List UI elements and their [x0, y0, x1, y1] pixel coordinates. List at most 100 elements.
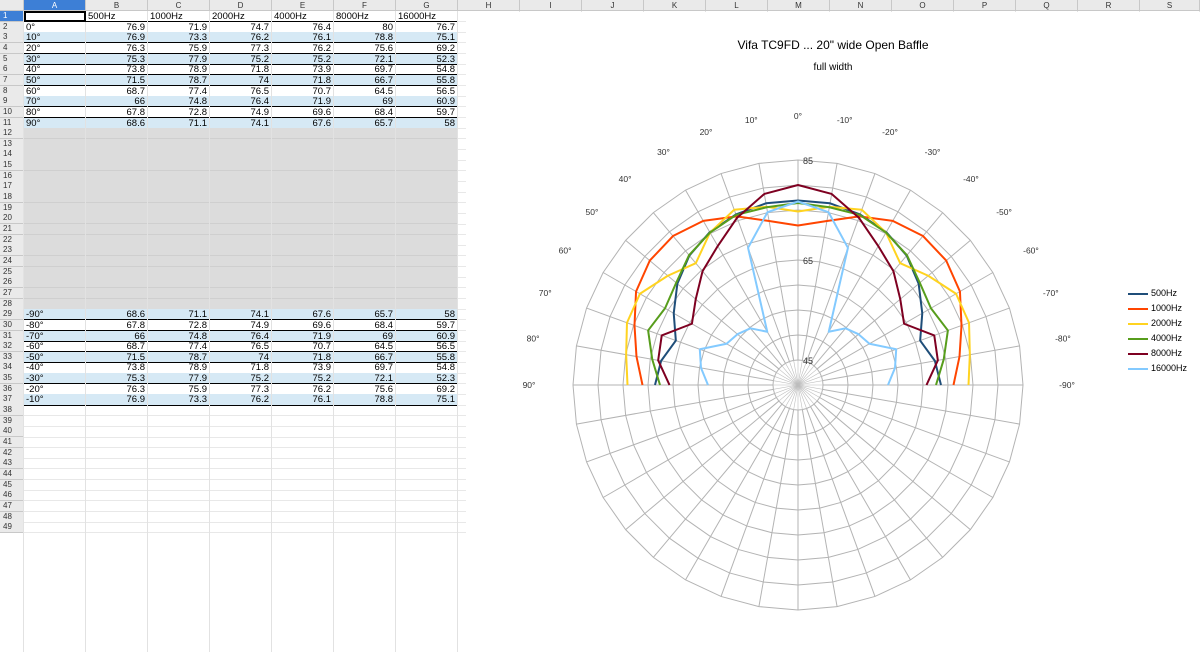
data-cell[interactable]: 76.5: [210, 85, 272, 97]
row-header-34[interactable]: 34: [0, 362, 24, 374]
row-header-28[interactable]: 28: [0, 298, 24, 310]
data-cell[interactable]: 71.5: [86, 74, 148, 87]
data-cell[interactable]: 75.2: [272, 53, 334, 65]
data-cell[interactable]: 52.3: [396, 53, 458, 65]
data-cell[interactable]: 70.7: [272, 85, 334, 97]
row-header-12[interactable]: 12: [0, 128, 24, 140]
row-header-10[interactable]: 10: [0, 106, 24, 118]
data-cell[interactable]: 75.3: [86, 373, 148, 385]
row-header-27[interactable]: 27: [0, 287, 24, 300]
data-cell[interactable]: 75.2: [210, 373, 272, 385]
data-cell[interactable]: 66: [86, 96, 148, 108]
data-cell[interactable]: 72.8: [148, 319, 210, 331]
data-cell[interactable]: 74: [210, 351, 272, 363]
row-header-4[interactable]: 4: [0, 42, 24, 55]
data-cell[interactable]: 73.3: [148, 394, 210, 406]
header-cell-5[interactable]: 8000Hz: [334, 11, 396, 23]
data-cell[interactable]: 80: [334, 21, 396, 33]
data-cell[interactable]: 75.9: [148, 383, 210, 395]
data-cell[interactable]: 76.9: [86, 32, 148, 44]
data-cell[interactable]: 71.5: [86, 351, 148, 363]
row-header-25[interactable]: 25: [0, 266, 24, 278]
data-cell[interactable]: 76.5: [210, 341, 272, 353]
data-cell[interactable]: 76.9: [86, 394, 148, 406]
data-cell[interactable]: 78.9: [148, 64, 210, 76]
row-header-22[interactable]: 22: [0, 234, 24, 246]
data-cell[interactable]: 76.2: [272, 383, 334, 395]
data-cell[interactable]: 77.3: [210, 42, 272, 55]
row-header-47[interactable]: 47: [0, 500, 24, 513]
data-cell[interactable]: 71.8: [272, 74, 334, 87]
row-header-13[interactable]: 13: [0, 138, 24, 150]
angle-label-cell[interactable]: 20°: [24, 42, 86, 55]
header-cell-3[interactable]: 2000Hz: [210, 11, 272, 23]
column-header-k[interactable]: K: [644, 0, 706, 11]
row-header-18[interactable]: 18: [0, 192, 24, 204]
data-cell[interactable]: 76.4: [272, 21, 334, 33]
data-cell[interactable]: 71.1: [148, 117, 210, 129]
data-cell[interactable]: 74.9: [210, 319, 272, 331]
row-header-41[interactable]: 41: [0, 437, 24, 449]
data-cell[interactable]: 67.6: [272, 309, 334, 321]
data-cell[interactable]: 77.3: [210, 383, 272, 395]
row-header-36[interactable]: 36: [0, 383, 24, 395]
data-cell[interactable]: 78.9: [148, 362, 210, 374]
data-cell[interactable]: 68.7: [86, 85, 148, 97]
data-cell[interactable]: 52.3: [396, 373, 458, 385]
row-header-46[interactable]: 46: [0, 490, 24, 502]
angle-label-cell[interactable]: 0°: [24, 21, 86, 33]
data-cell[interactable]: 72.8: [148, 106, 210, 118]
data-cell[interactable]: 69: [334, 330, 396, 342]
row-header-21[interactable]: 21: [0, 224, 24, 236]
cell-a1[interactable]: [24, 11, 86, 23]
empty-gray-range[interactable]: [24, 181, 458, 193]
data-cell[interactable]: 69.7: [334, 64, 396, 76]
column-header-h[interactable]: H: [458, 0, 520, 11]
row-header-39[interactable]: 39: [0, 415, 24, 427]
data-cell[interactable]: 77.9: [148, 53, 210, 65]
data-cell[interactable]: 65.7: [334, 117, 396, 129]
empty-gray-range[interactable]: [24, 298, 458, 310]
column-header-e[interactable]: E: [272, 0, 334, 11]
empty-gray-range[interactable]: [24, 245, 458, 257]
empty-gray-range[interactable]: [24, 224, 458, 236]
data-cell[interactable]: 76.4: [210, 96, 272, 108]
data-cell[interactable]: 58: [396, 309, 458, 321]
header-cell-2[interactable]: 1000Hz: [148, 11, 210, 23]
data-cell[interactable]: 75.2: [210, 53, 272, 65]
data-cell[interactable]: 74.7: [210, 21, 272, 33]
data-cell[interactable]: 74: [210, 74, 272, 87]
row-header-19[interactable]: 19: [0, 202, 24, 214]
data-cell[interactable]: 75.2: [272, 373, 334, 385]
angle-label-cell[interactable]: -60°: [24, 341, 86, 353]
column-header-b[interactable]: B: [86, 0, 148, 11]
data-cell[interactable]: 77.4: [148, 341, 210, 353]
data-cell[interactable]: 71.1: [148, 309, 210, 321]
data-cell[interactable]: 68.4: [334, 106, 396, 118]
data-cell[interactable]: 69.2: [396, 383, 458, 395]
angle-label-cell[interactable]: 10°: [24, 32, 86, 44]
data-cell[interactable]: 76.2: [272, 42, 334, 55]
data-cell[interactable]: 75.1: [396, 32, 458, 44]
row-header-2[interactable]: 2: [0, 21, 24, 33]
data-cell[interactable]: 74.1: [210, 309, 272, 321]
column-header-q[interactable]: Q: [1016, 0, 1078, 11]
data-cell[interactable]: 69: [334, 96, 396, 108]
data-cell[interactable]: 54.8: [396, 64, 458, 76]
polar-chart[interactable]: Vifa TC9FD ... 20" wide Open Baffle full…: [466, 12, 1200, 652]
data-cell[interactable]: 60.9: [396, 330, 458, 342]
angle-label-cell[interactable]: 90°: [24, 117, 86, 129]
data-cell[interactable]: 78.7: [148, 351, 210, 363]
angle-label-cell[interactable]: 50°: [24, 74, 86, 87]
angle-label-cell[interactable]: -80°: [24, 319, 86, 331]
row-header-15[interactable]: 15: [0, 160, 24, 172]
column-header-o[interactable]: O: [892, 0, 954, 11]
data-cell[interactable]: 66: [86, 330, 148, 342]
column-header-c[interactable]: C: [148, 0, 210, 11]
column-header-s[interactable]: S: [1140, 0, 1200, 11]
data-cell[interactable]: 74.1: [210, 117, 272, 129]
row-header-32[interactable]: 32: [0, 341, 24, 353]
column-header-i[interactable]: I: [520, 0, 582, 11]
angle-label-cell[interactable]: -50°: [24, 351, 86, 363]
data-cell[interactable]: 66.7: [334, 351, 396, 363]
